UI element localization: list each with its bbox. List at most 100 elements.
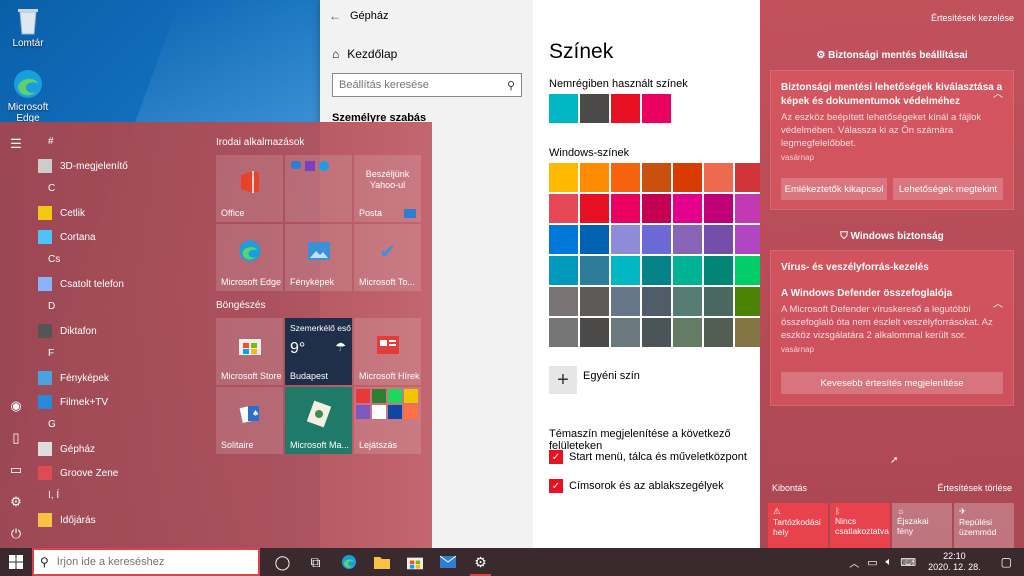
app-list-letter-header[interactable]: C [48, 183, 55, 194]
windows-color-swatch[interactable] [549, 194, 578, 223]
recent-color-swatch[interactable] [580, 94, 609, 123]
reminders-off-button[interactable]: Emlékeztetők kikapcsol [781, 178, 887, 200]
windows-color-swatch[interactable] [673, 163, 702, 192]
windows-color-swatch[interactable] [642, 194, 671, 223]
app-list-item[interactable]: Csatolt telefon [38, 273, 124, 295]
windows-color-swatch[interactable] [580, 194, 609, 223]
tile-edge[interactable]: Microsoft Edge [216, 224, 283, 291]
windows-color-swatch[interactable] [673, 318, 702, 347]
app-list-item[interactable]: Diktafon [38, 320, 97, 342]
windows-color-swatch[interactable] [549, 256, 578, 285]
user-account-icon[interactable]: ◉ [8, 398, 24, 414]
manage-notifications-link[interactable]: Értesítések kezelése [931, 13, 1014, 23]
windows-color-swatch[interactable] [704, 318, 733, 347]
tile-mail[interactable]: Beszéljünk Yahoo-ul Posta [354, 155, 421, 222]
app-list-item[interactable]: Filmek+TV [38, 391, 108, 413]
windows-color-swatch[interactable] [611, 194, 640, 223]
windows-color-swatch[interactable] [611, 256, 640, 285]
taskbar-file-explorer[interactable] [365, 548, 398, 576]
windows-color-swatch[interactable] [580, 287, 609, 316]
settings-home-link[interactable]: ⌂ Kezdőlap [332, 47, 397, 61]
app-list-item[interactable]: Cetlik [38, 202, 85, 224]
tile-news[interactable]: Microsoft Hírek [354, 318, 421, 385]
tile-todo[interactable]: ✔ Microsoft To... [354, 224, 421, 291]
view-options-button[interactable]: Lehetőségek megtekint [893, 178, 1003, 200]
power-icon[interactable]: ⏻ [8, 526, 24, 542]
show-fewer-button[interactable]: Kevesebb értesítés megjelenítése [781, 372, 1003, 394]
windows-color-swatch[interactable] [580, 256, 609, 285]
start-button[interactable] [0, 548, 32, 576]
quick-action-location[interactable]: ⚠ Tartózkodási hely [768, 503, 828, 548]
notifications-icon[interactable]: ▢ [989, 555, 1024, 569]
windows-color-swatch[interactable] [642, 256, 671, 285]
taskbar-store[interactable] [398, 548, 431, 576]
chevron-up-icon[interactable]: ︿ [845, 555, 863, 570]
hamburger-menu-icon[interactable]: ☰ [8, 136, 24, 152]
windows-color-swatch[interactable] [642, 225, 671, 254]
windows-color-swatch[interactable] [549, 318, 578, 347]
windows-color-swatch[interactable] [549, 163, 578, 192]
cortana-button[interactable]: ◯ [266, 548, 299, 576]
windows-color-swatch[interactable] [673, 287, 702, 316]
taskbar-mail[interactable] [431, 548, 464, 576]
chevron-up-icon[interactable]: ︿ [993, 295, 1003, 310]
tile-mahjong[interactable]: Microsoft Ma... [285, 387, 352, 454]
settings-search-input[interactable] [339, 79, 507, 91]
windows-color-swatch[interactable] [611, 318, 640, 347]
keyboard-icon[interactable]: ⌨ [896, 556, 920, 569]
windows-color-swatch[interactable] [549, 287, 578, 316]
tile-weather[interactable]: Szemerkélő eső 9° ☂ Budapest [285, 318, 352, 385]
windows-color-swatch[interactable] [580, 318, 609, 347]
tile-solitaire[interactable]: ♠ Solitaire [216, 387, 283, 454]
documents-icon[interactable]: ▯ [8, 430, 24, 446]
windows-color-swatch[interactable] [704, 225, 733, 254]
settings-gear-icon[interactable]: ⚙ [8, 494, 24, 510]
tile-office-apps-folder[interactable] [285, 155, 352, 222]
windows-color-swatch[interactable] [704, 256, 733, 285]
desktop-icon-edge[interactable]: Microsoft Edge [0, 68, 56, 124]
back-arrow-icon[interactable]: ← [320, 9, 350, 23]
windows-color-swatch[interactable] [611, 225, 640, 254]
app-list-letter-header[interactable]: D [48, 301, 55, 312]
taskbar-search-input[interactable] [56, 556, 252, 568]
windows-color-swatch[interactable] [580, 163, 609, 192]
start-taskbar-checkbox[interactable]: ✓ Start menü, tálca és műveletközpont [549, 450, 747, 464]
windows-color-swatch[interactable] [580, 225, 609, 254]
recent-color-swatch[interactable] [611, 94, 640, 123]
recent-color-swatch[interactable] [642, 94, 671, 123]
clear-notifications-link[interactable]: Értesítések törlése [937, 483, 1012, 493]
taskbar-edge[interactable] [332, 548, 365, 576]
app-list-letter-header[interactable]: G [48, 419, 56, 430]
windows-color-swatch[interactable] [549, 225, 578, 254]
quick-action-bluetooth[interactable]: ᛒ Nincs csatlakoztatva [830, 503, 890, 548]
network-icon[interactable]: ▭ [863, 556, 881, 569]
tile-store[interactable]: Microsoft Store [216, 318, 283, 385]
titlebars-checkbox[interactable]: ✓ Címsorok és az ablakszegélyek [549, 479, 724, 493]
app-list-letter-header[interactable]: # [48, 136, 54, 147]
pictures-icon[interactable]: ▭ [8, 462, 24, 478]
windows-color-swatch[interactable] [611, 163, 640, 192]
desktop-icon-recycle-bin[interactable]: Lomtár [0, 4, 56, 49]
windows-color-swatch[interactable] [704, 163, 733, 192]
app-list-item[interactable]: Cortana [38, 226, 96, 248]
settings-search-box[interactable]: ⚲ [332, 73, 522, 97]
windows-color-swatch[interactable] [642, 287, 671, 316]
clock[interactable]: 22:10 2020. 12. 28. [920, 551, 989, 573]
taskbar-search-box[interactable]: ⚲ [32, 548, 260, 576]
windows-color-swatch[interactable] [642, 163, 671, 192]
windows-color-swatch[interactable] [704, 194, 733, 223]
recent-color-swatch[interactable] [549, 94, 578, 123]
quick-action-night-light[interactable]: ☼ Éjszakai fény [892, 503, 952, 548]
task-view-button[interactable]: ⧉ [299, 548, 332, 576]
windows-color-swatch[interactable] [673, 225, 702, 254]
windows-color-swatch[interactable] [611, 287, 640, 316]
tile-office[interactable]: Office [216, 155, 283, 222]
tile-play-folder[interactable]: Lejátszás [354, 387, 421, 454]
app-list-item[interactable]: Időjárás [38, 509, 96, 531]
taskbar-settings[interactable]: ⚙ [464, 548, 497, 576]
quick-action-airplane[interactable]: ✈ Repülési üzemmód [954, 503, 1014, 548]
windows-color-swatch[interactable] [673, 256, 702, 285]
app-list-item[interactable]: Fényképek [38, 367, 109, 389]
windows-color-swatch[interactable] [704, 287, 733, 316]
custom-color-button[interactable]: + [549, 366, 577, 394]
